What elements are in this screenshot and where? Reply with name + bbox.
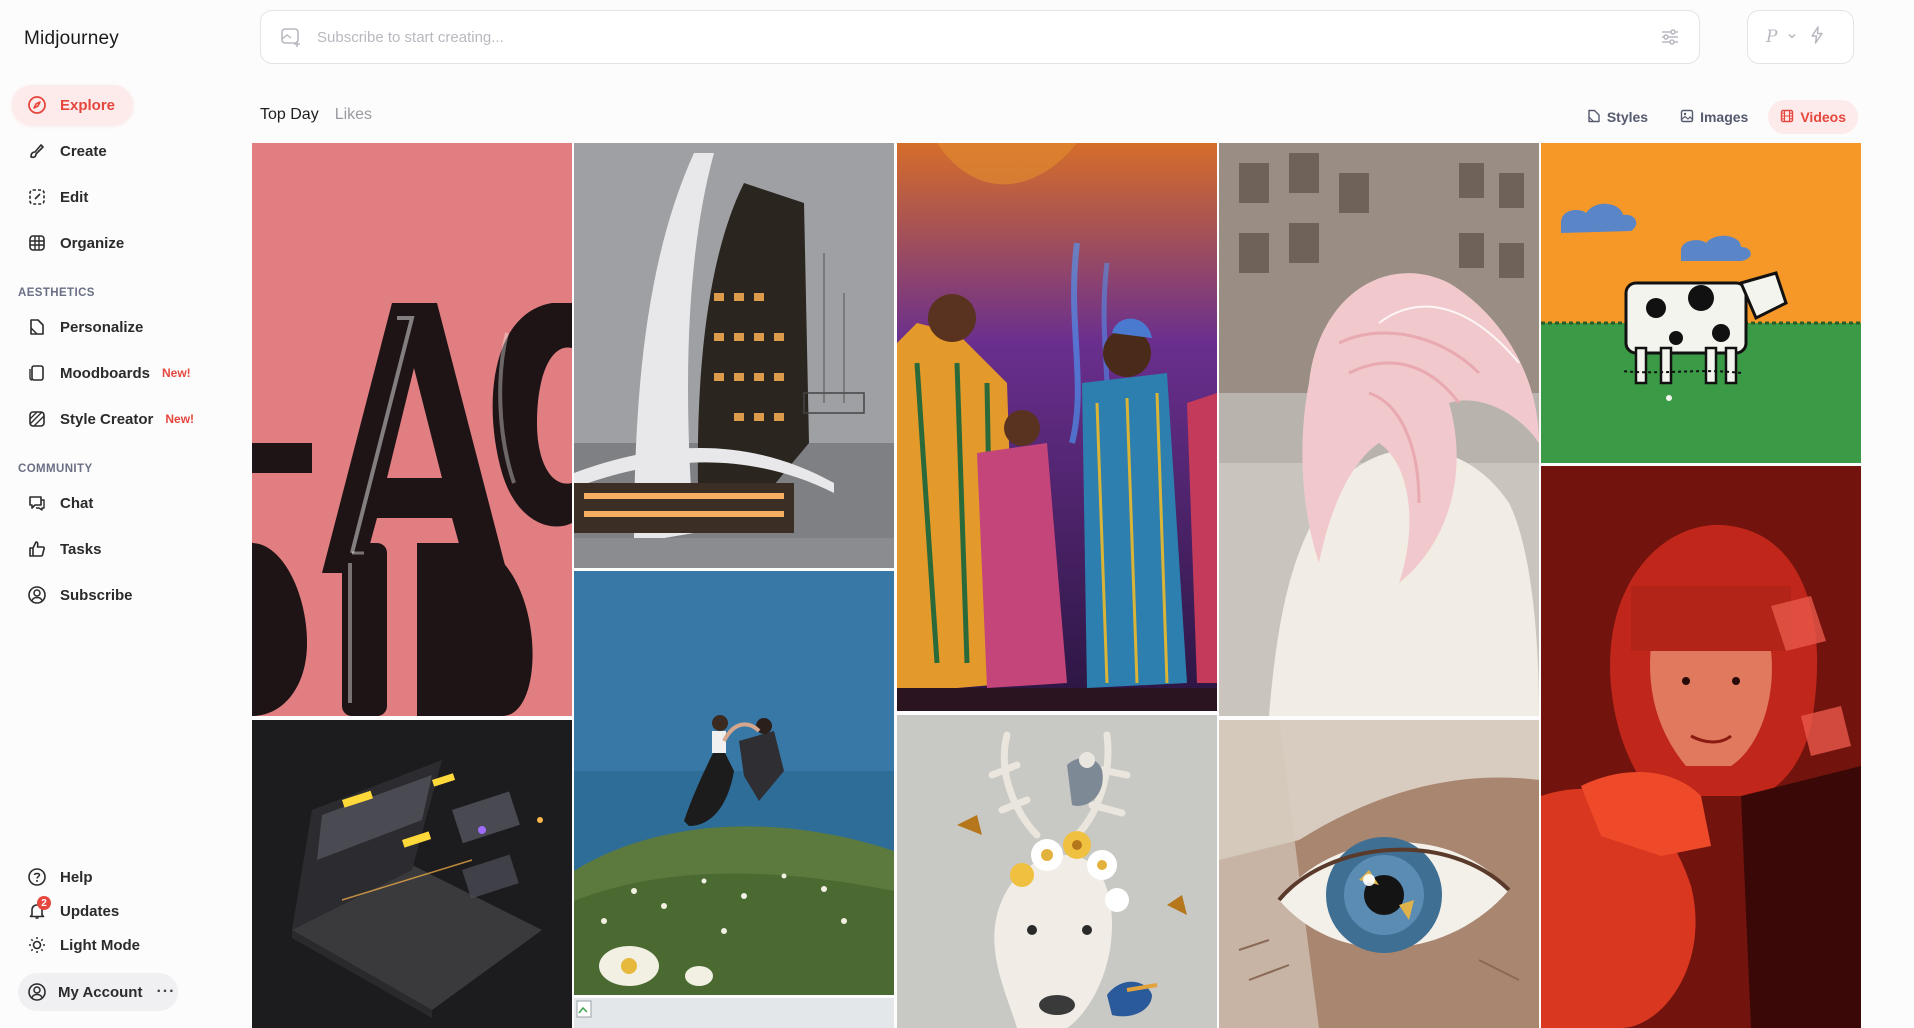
sidebar-item-chat[interactable]: Chat	[12, 483, 111, 523]
sidebar-item-label: Light Mode	[60, 936, 140, 954]
tab-likes[interactable]: Likes	[335, 106, 372, 124]
sidebar-item-organize[interactable]: Organize	[12, 223, 142, 263]
bell-icon: 2	[26, 896, 51, 922]
sidebar-item-subscribe[interactable]: Subscribe	[12, 575, 151, 615]
filter-label: Videos	[1800, 109, 1846, 125]
video-icon	[1780, 109, 1794, 126]
futuristic-building-image[interactable]	[574, 143, 894, 568]
more-options-icon[interactable]: ···	[156, 983, 175, 1001]
deer-flowers-image[interactable]	[897, 715, 1217, 1028]
sidebar-item-label: Help	[60, 868, 93, 886]
mode-label: P	[1766, 27, 1778, 47]
my-account-button[interactable]: My Account ···	[18, 973, 178, 1011]
sidebar-item-label: Subscribe	[60, 586, 133, 604]
sidebar: Midjourney Explore Create Edit Organize	[0, 0, 240, 1028]
laptop-holograms-image[interactable]	[252, 720, 572, 1028]
sun-icon	[26, 934, 48, 956]
brush-icon	[26, 140, 48, 162]
help-icon	[26, 866, 48, 888]
moodboard-icon	[26, 362, 48, 384]
chevron-down-icon	[1787, 28, 1797, 46]
app: Midjourney Explore Create Edit Organize	[0, 0, 1914, 1028]
sidebar-item-label: Explore	[60, 96, 116, 114]
sidebar-item-tasks[interactable]: Tasks	[12, 529, 119, 569]
sidebar-item-label: Moodboards	[60, 364, 150, 382]
section-label-aesthetics: AESTHETICS	[18, 287, 95, 299]
sidebar-item-label: Organize	[60, 234, 125, 252]
sidebar-item-label: Edit	[60, 188, 89, 206]
tab-top-day[interactable]: Top Day	[260, 106, 319, 124]
broken-image	[574, 998, 894, 1028]
subscribe-icon	[26, 584, 48, 606]
notification-badge: 2	[37, 896, 51, 910]
brand-logo[interactable]: Midjourney	[24, 28, 119, 50]
prompt-input[interactable]: Subscribe to start creating...	[317, 29, 504, 46]
media-filters: Styles Images Videos	[1575, 100, 1858, 134]
prompt-bar[interactable]: Subscribe to start creating...	[260, 10, 1700, 64]
balloon-letters-image[interactable]	[252, 143, 572, 716]
sidebar-item-label: Style Creator	[60, 410, 154, 428]
add-image-icon[interactable]	[279, 25, 303, 49]
sidebar-item-moodboards[interactable]: Moodboards New!	[12, 353, 209, 393]
sidebar-item-label: Personalize	[60, 318, 144, 336]
pixel-cow-image[interactable]	[1541, 143, 1861, 463]
sidebar-item-label: Updates	[60, 902, 120, 920]
filter-images[interactable]: Images	[1668, 100, 1760, 134]
image-icon	[1680, 109, 1694, 126]
sidebar-item-personalize[interactable]: Personalize	[12, 307, 161, 347]
new-badge: New!	[165, 412, 195, 426]
styles-icon	[1587, 109, 1601, 126]
sidebar-item-label: Chat	[60, 494, 94, 512]
sidebar-item-style-creator[interactable]: Style Creator New!	[12, 399, 212, 439]
section-label-community: COMMUNITY	[18, 463, 93, 475]
sidebar-item-explore[interactable]: Explore	[12, 85, 134, 125]
dancing-couple-image[interactable]	[574, 571, 894, 995]
sidebar-item-create[interactable]: Create	[12, 131, 125, 171]
choir-performers-image[interactable]	[897, 143, 1217, 711]
chat-icon	[26, 492, 48, 514]
compass-icon	[26, 94, 48, 116]
lightning-icon[interactable]	[1807, 25, 1827, 50]
new-badge: New!	[162, 366, 191, 380]
feed-tabs: Top Day Likes	[260, 106, 372, 124]
thumbs-up-icon	[26, 538, 48, 560]
sidebar-item-edit[interactable]: Edit	[12, 177, 106, 217]
account-label: My Account	[58, 983, 143, 1001]
filter-styles[interactable]: Styles	[1575, 100, 1660, 134]
personalize-icon	[26, 316, 48, 338]
grid-icon	[26, 232, 48, 254]
pink-hair-woman-image[interactable]	[1219, 143, 1539, 716]
account-icon	[26, 981, 48, 1003]
settings-sliders-icon[interactable]	[1659, 26, 1683, 50]
filter-label: Styles	[1606, 109, 1649, 125]
style-creator-icon	[26, 408, 48, 430]
edit-icon	[26, 186, 48, 208]
sidebar-item-label: Tasks	[60, 540, 102, 558]
filter-label: Images	[1700, 109, 1749, 125]
eye-closeup-image[interactable]	[1219, 720, 1539, 1028]
sidebar-item-label: Create	[60, 142, 107, 160]
sidebar-item-light-mode[interactable]: Light Mode	[12, 925, 158, 965]
image-gallery	[252, 143, 1861, 1028]
filter-videos[interactable]: Videos	[1768, 100, 1858, 134]
mode-selector[interactable]: P	[1747, 10, 1854, 64]
red-portrait-image[interactable]	[1541, 466, 1861, 1028]
